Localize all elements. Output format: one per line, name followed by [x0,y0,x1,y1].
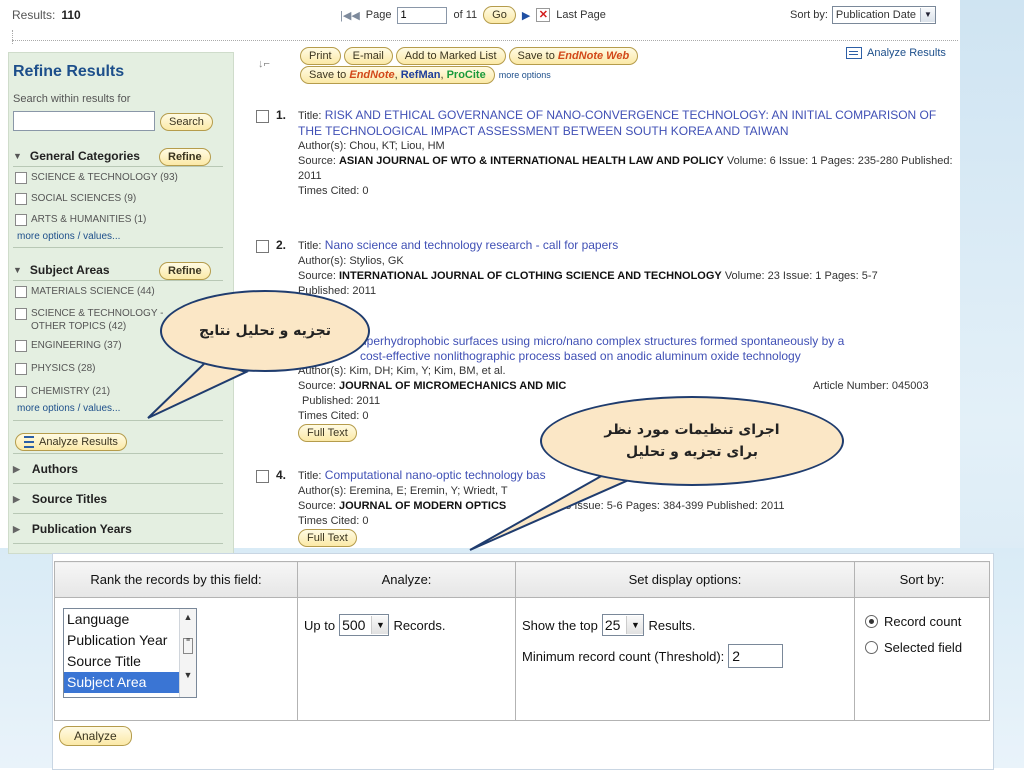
chevron-down-icon: ▼ [371,616,389,634]
callout-text: اجرای تنظیمات مورد نظر [604,422,780,438]
analyze-button[interactable]: Analyze [59,726,132,746]
show-top-value: 25 [604,617,621,633]
scroll-down-icon[interactable]: ▼ [180,670,196,680]
analyze-panel: Rank the records by this field: Analyze:… [52,553,994,770]
callout-run-analysis: اجرای تنظیمات مورد نظر برای تجزیه و تحلیل [540,396,844,486]
records-label: Records. [393,617,446,633]
sort-cell: Record count Selected field [854,597,990,721]
listbox-scrollbar[interactable]: ▲ ≡ ▼ [179,609,196,697]
analyze-header: Analyze: [297,561,516,598]
sort-by-header: Sort by: [854,561,990,598]
callout-tails [147,358,644,551]
show-top-label: Show the top [522,617,598,633]
analyze-cell: Up to 500 ▼ Records. [297,597,516,721]
results-label: Results. [648,617,696,633]
radio[interactable] [865,641,878,654]
threshold-input[interactable]: 2 [728,644,784,668]
field-option-selected[interactable]: Subject Area [64,672,196,693]
scroll-thumb[interactable]: ≡ [183,637,193,654]
records-limit-select[interactable]: 500 ▼ [339,614,390,636]
records-limit-value: 500 [342,617,366,633]
callout-tail-right [469,468,644,551]
threshold-row: Minimum record count (Threshold): 2 [522,644,784,668]
callout-text: تجزیه و تحلیل نتایج [199,323,331,339]
chevron-down-icon: ▼ [626,616,644,634]
callout-text: برای تجزیه و تحلیل [626,444,758,460]
rank-field-cell: Language Publication Year Source Title S… [54,597,298,721]
radio-label: Selected field [884,640,963,655]
scroll-up-icon[interactable]: ▲ [180,612,196,622]
rank-field-header: Rank the records by this field: [54,561,298,598]
display-options-cell: Show the top 25 ▼ Results. Minimum record c… [515,597,855,721]
sort-selected-field-radio[interactable]: Selected field [865,640,962,655]
sort-record-count-radio[interactable]: Record count [865,614,961,629]
field-option[interactable]: Source Title [64,651,196,672]
analyze-options-table: Rank the records by this field: Analyze:… [54,561,990,721]
show-top-row: Show the top 25 ▼ Results. [522,614,695,636]
analyze-upto-row: Up to 500 ▼ Records. [304,614,445,636]
radio-label: Record count [884,614,962,629]
field-option[interactable]: Language [64,609,196,630]
show-top-select[interactable]: 25 ▼ [601,614,645,636]
radio-selected[interactable] [865,615,878,628]
callout-analyze-results: تجزیه و تحلیل نتایج [160,290,370,372]
display-options-header: Set display options: [515,561,855,598]
rank-field-listbox[interactable]: Language Publication Year Source Title S… [63,608,197,698]
up-to-label: Up to [304,617,336,633]
field-option[interactable]: Publication Year [64,630,196,651]
threshold-label: Minimum record count (Threshold): [522,648,725,664]
